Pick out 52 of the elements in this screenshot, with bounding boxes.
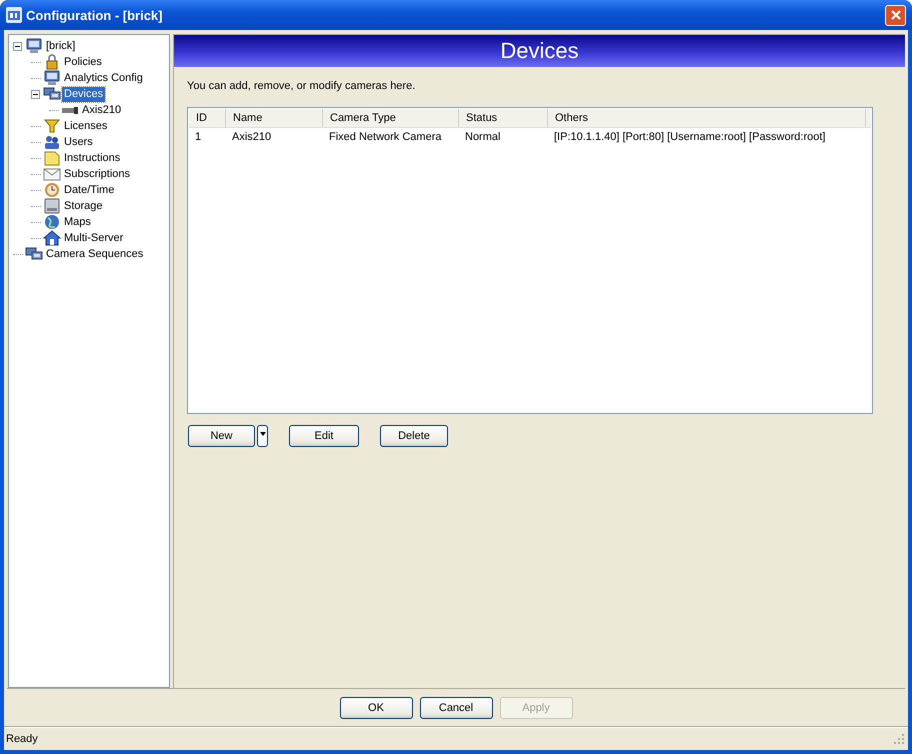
status-text: Ready (6, 733, 38, 745)
new-button[interactable]: New (188, 425, 255, 447)
window-title: Configuration - [brick] (26, 8, 164, 22)
tree-item[interactable]: Subscriptions (62, 166, 132, 182)
close-icon[interactable] (890, 9, 902, 21)
tree-item[interactable]: Maps (62, 214, 93, 230)
computer-icon (25, 38, 43, 54)
table-cell-text: Fixed Network Camera (328, 130, 442, 142)
globe-icon (43, 214, 61, 230)
table-cell-text: Normal (464, 130, 502, 142)
house-icon (43, 230, 61, 246)
close-button[interactable] (885, 4, 906, 26)
table-cell-text: Axis210 (231, 130, 272, 142)
column-header[interactable]: ID (189, 109, 226, 127)
app-icon (6, 7, 22, 23)
clock-icon (43, 182, 61, 198)
tree-item[interactable]: Policies (62, 54, 104, 70)
action-button[interactable]: Delete (380, 425, 448, 447)
tree-item[interactable]: [brick] (44, 38, 78, 54)
panel-title: Devices (500, 38, 579, 64)
tree-item[interactable]: Instructions (62, 150, 122, 166)
tree-item[interactable]: Devices (62, 86, 106, 102)
resize-grip-icon[interactable] (894, 734, 904, 744)
tree-item[interactable]: Licenses (62, 118, 110, 134)
caret-icon[interactable] (260, 432, 266, 436)
note-icon (43, 150, 61, 166)
tree-item[interactable]: Storage (62, 198, 105, 214)
envelope-icon (43, 166, 61, 182)
drive-icon (43, 198, 61, 214)
column-header[interactable]: Name (226, 109, 323, 127)
tree-item[interactable]: Date/Time (62, 182, 116, 198)
people-icon (43, 134, 61, 150)
collapse-toggle-icon[interactable] (31, 90, 40, 98)
action-button[interactable]: Edit (289, 425, 359, 447)
table-cell-text: 1 (194, 130, 202, 142)
monitors-icon (43, 86, 61, 102)
tree-item[interactable]: Analytics Config (62, 70, 145, 86)
tree-item[interactable]: Axis210 (80, 102, 124, 118)
column-header[interactable]: Status (459, 109, 548, 127)
tree-item[interactable]: Camera Sequences (44, 246, 146, 262)
collapse-toggle-icon[interactable] (13, 42, 22, 50)
monitors-icon (25, 246, 43, 262)
column-header[interactable]: Others (548, 109, 866, 127)
dialog-button[interactable]: OK (340, 697, 412, 719)
description-text: You can add, remove, or modify cameras here. (187, 80, 416, 92)
dropdown-button[interactable] (257, 425, 268, 447)
tree-item[interactable]: Users (62, 134, 95, 150)
tree-item[interactable]: Multi-Server (62, 230, 126, 246)
dialog-button[interactable]: Cancel (420, 697, 492, 719)
column-header[interactable]: Camera Type (323, 109, 459, 127)
table-cell-text: [IP:10.1.1.40] [Port:80] [Username:root] [Password:root] (553, 130, 826, 142)
monitor-icon (43, 70, 61, 86)
